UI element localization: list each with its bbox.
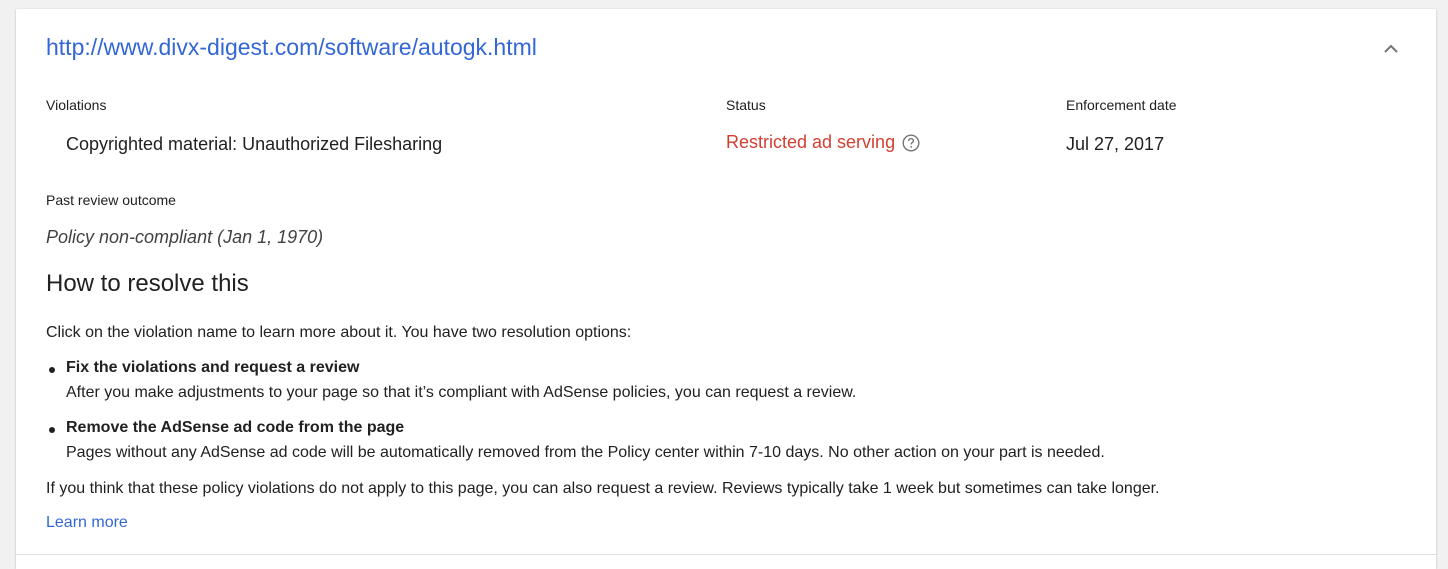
status-column-label: Status	[726, 97, 766, 113]
option-title: Remove the AdSense ad code from the page	[66, 419, 405, 436]
status-value: Restricted ad serving	[726, 132, 920, 153]
past-review-value: Policy non-compliant (Jan 1, 1970)	[46, 227, 324, 247]
option-description: Pages without any AdSense ad code will b…	[66, 444, 1105, 461]
option-title: Fix the violations and request a review	[66, 359, 360, 376]
help-circle-icon[interactable]	[902, 133, 920, 152]
divider	[16, 554, 1436, 555]
collapse-button[interactable]	[1376, 34, 1406, 64]
bullet-icon	[49, 427, 55, 433]
enforcement-date-value: Jul 27, 2017	[1066, 134, 1165, 154]
violations-column-label: Violations	[46, 97, 107, 113]
review-info-text: If you think that these policy violation…	[46, 480, 1160, 497]
enforcement-date-column-label: Enforcement date	[1066, 97, 1177, 113]
status-text: Restricted ad serving	[726, 132, 896, 152]
policy-issue-card: http://www.divx-digest.com/software/auto…	[16, 9, 1436, 569]
resolve-intro-text: Click on the violation name to learn mor…	[46, 324, 632, 341]
bullet-icon	[49, 367, 55, 373]
chevron-up-icon	[1384, 44, 1398, 53]
learn-more-link[interactable]: Learn more	[46, 514, 128, 532]
page-url-link[interactable]: http://www.divx-digest.com/software/auto…	[46, 34, 537, 61]
resolve-heading: How to resolve this	[46, 270, 249, 297]
option-description: After you make adjustments to your page …	[66, 384, 857, 401]
past-review-label: Past review outcome	[46, 192, 176, 208]
violation-name-link[interactable]: Copyrighted material: Unauthorized Files…	[66, 134, 442, 155]
